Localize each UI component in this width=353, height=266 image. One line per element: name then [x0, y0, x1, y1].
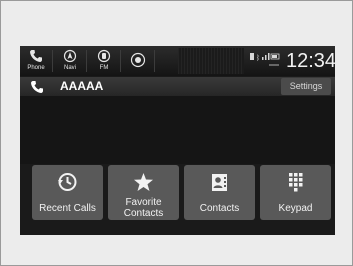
settings-button[interactable]: Settings: [281, 78, 331, 95]
source-phone-button[interactable]: Phone: [22, 48, 50, 74]
contacts-icon: [184, 171, 255, 193]
keypad-icon: [260, 171, 331, 193]
main-content-area: [20, 96, 335, 164]
source-fm-button[interactable]: FM: [90, 48, 118, 74]
source-fm-label: FM: [99, 65, 109, 71]
favorite-contacts-label: Favorite Contacts: [123, 197, 164, 219]
divider: [120, 50, 121, 72]
contacts-label: Contacts: [199, 203, 240, 214]
history-icon: [32, 171, 103, 193]
source-phone-label: Phone: [27, 65, 45, 71]
contacts-button[interactable]: Contacts: [184, 165, 255, 220]
recent-calls-button[interactable]: Recent Calls: [32, 165, 103, 220]
clock: 12:34: [286, 50, 335, 72]
star-icon: [108, 171, 179, 193]
navi-icon: [56, 49, 84, 64]
source-navi-label: Navi: [63, 65, 76, 71]
keypad-button[interactable]: Keypad: [260, 165, 331, 220]
phone-status-icons: ᛒ: [249, 51, 285, 71]
phone-icon: [22, 49, 50, 64]
caller-name: AAAAA: [60, 79, 104, 93]
handset-icon: [30, 80, 44, 94]
recent-calls-label: Recent Calls: [39, 203, 96, 214]
radio-icon: [124, 52, 152, 68]
svg-text:ᛒ: ᛒ: [256, 54, 260, 62]
source-radio-button[interactable]: [124, 48, 152, 74]
call-bar: AAAAA Settings: [20, 77, 335, 96]
status-bar: Phone Navi FM ᛒ 12:34: [20, 46, 335, 76]
source-navi-button[interactable]: Navi: [56, 48, 84, 74]
status-bar-pattern: [178, 48, 244, 74]
fm-icon: [90, 49, 118, 64]
divider: [86, 50, 87, 72]
divider: [154, 50, 155, 72]
keypad-label: Keypad: [278, 203, 313, 214]
favorite-contacts-button[interactable]: Favorite Contacts: [108, 165, 179, 220]
infotainment-screen: Phone Navi FM ᛒ 12:34 AAAAA Settings Rec…: [20, 46, 335, 235]
divider: [52, 50, 53, 72]
page-frame: Phone Navi FM ᛒ 12:34 AAAAA Settings Rec…: [0, 0, 353, 266]
